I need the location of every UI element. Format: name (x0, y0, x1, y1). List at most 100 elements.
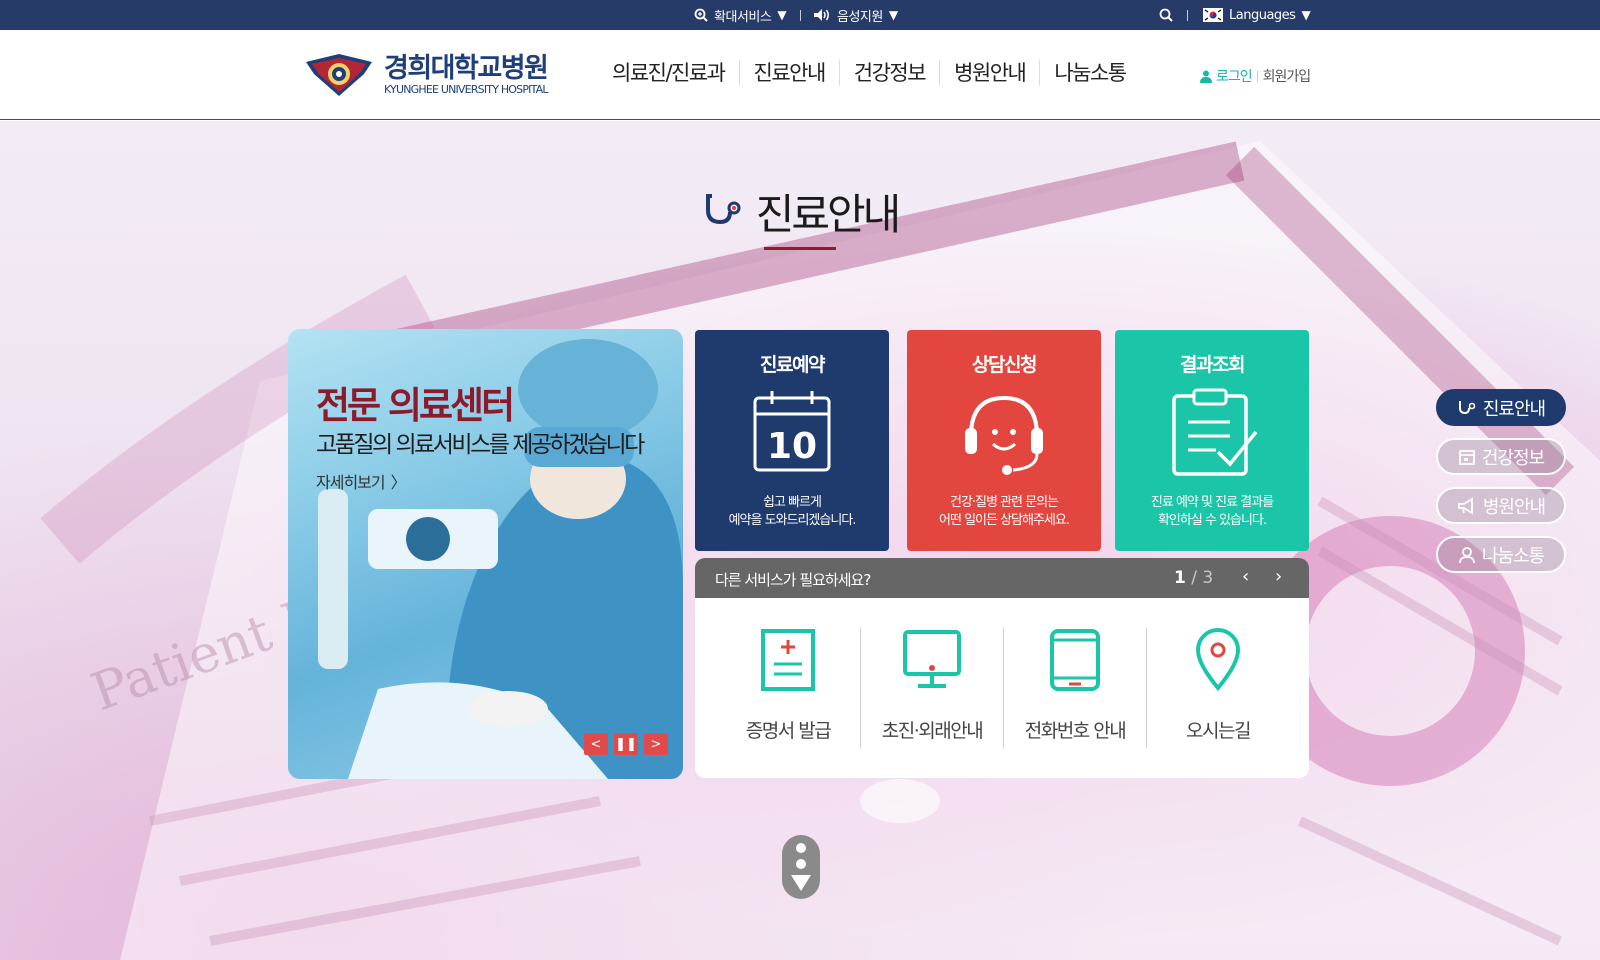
quick-menu-health-info[interactable]: 건강정보 (1436, 438, 1566, 475)
chevron-right-icon: 〉 (390, 473, 407, 492)
quick-menu-label: 진료안내 (1482, 398, 1546, 420)
divider (1187, 10, 1188, 21)
card-description: 쉽고 빠르게 예약을 도와드리겠습니다. (728, 495, 857, 528)
main-navigation: 의료진/진료과 진료안내 건강정보 병원안내 나눔소통 (600, 60, 1140, 86)
more-services-header: 다른 서비스가 필요하세요? 1 / 3 ‹ › (695, 558, 1309, 598)
calendar-icon: 10 (753, 391, 831, 472)
nav-item-hospital-guide[interactable]: 병원안내 (939, 60, 1039, 86)
service-label: 증명서 발급 (745, 720, 832, 742)
service-label: 오시는길 (1186, 720, 1251, 742)
login-link[interactable]: 로그인 (1200, 66, 1253, 86)
hospital-emblem-icon (306, 54, 372, 96)
card-consultation[interactable]: 상담신청 건강·질병 관련 문의는 어떤 일이든 상담해주세요. (907, 330, 1101, 551)
page-total: / 3 (1191, 568, 1214, 588)
logo-korean-text: 경희대학교병원 (384, 53, 549, 84)
chevron-left-icon: < (590, 736, 602, 752)
voice-support-label: 음성지원 (837, 9, 883, 25)
tablet-icon (1050, 629, 1100, 691)
banner-next-button[interactable]: > (644, 733, 668, 755)
login-label: 로그인 (1216, 69, 1253, 85)
card-title: 진료예약 (760, 354, 825, 376)
languages-menu[interactable]: Languages ▼ (1203, 0, 1311, 30)
banner-more-link[interactable]: 자세히보기 〉 (316, 469, 407, 493)
korea-flag-icon (1203, 8, 1223, 22)
card-title: 상담신청 (972, 354, 1037, 376)
section-title-text: 진료안내 (755, 190, 902, 239)
logo-english-text: KYUNGHEE UNIVERSITY HOSPITAL (384, 83, 549, 96)
banner-subheading: 고품질의 의료서비스를 제공하겠습니다 (316, 432, 645, 458)
quick-menu: 진료안내 건강정보 병원안내 나눔소통 (1436, 389, 1566, 573)
quick-menu-hospital-guide[interactable]: 병원안내 (1436, 487, 1566, 524)
map-pin-icon (1195, 628, 1241, 692)
pause-icon: ❚❚ (615, 736, 637, 752)
speaker-icon (814, 9, 829, 21)
voice-support-menu[interactable]: 음성지원 ▼ (813, 0, 898, 30)
hospital-logo[interactable]: 경희대학교병원 KYUNGHEE UNIVERSITY HOSPITAL (304, 52, 549, 98)
caret-down-icon: ▼ (888, 8, 898, 22)
card-reservation[interactable]: 진료예약 10 쉽고 빠르게 예약을 도와드리겠습니다. (695, 330, 889, 551)
clipboard-check-icon (1172, 388, 1258, 476)
certificate-icon (761, 629, 815, 691)
top-utility-bar: 확대서비스 ▼ 음성지원 ▼ Languages ▼ (0, 0, 1600, 30)
quick-menu-sharing[interactable]: 나눔소통 (1436, 536, 1566, 573)
quick-menu-label: 나눔소통 (1481, 545, 1545, 567)
nav-item-doctors[interactable]: 의료진/진료과 (600, 60, 739, 86)
quick-menu-care-guide[interactable]: 진료안내 (1436, 389, 1566, 426)
search-button[interactable] (1159, 0, 1173, 30)
service-first-visit[interactable]: 초진·외래안내 (860, 628, 1004, 748)
user-icon (1200, 70, 1212, 83)
join-link[interactable]: 회원가입 (1263, 66, 1312, 86)
chevron-right-icon: › (1275, 566, 1283, 587)
languages-label: Languages (1229, 7, 1296, 23)
main-visual: Patient M 진료안내 전문 의료센터 고품질의 의료서비스를 제공하겠습… (0, 121, 1600, 960)
services-prev-button[interactable]: ‹ (1242, 566, 1249, 587)
service-phone-directory[interactable]: 전화번호 안내 (1003, 628, 1147, 748)
headset-icon (965, 395, 1043, 475)
card-title: 결과조회 (1180, 354, 1245, 376)
zoom-service-menu[interactable]: 확대서비스 ▼ (694, 0, 787, 30)
megaphone-icon (1457, 496, 1473, 515)
stethoscope-icon (1458, 400, 1476, 414)
banner-pause-button[interactable]: ❚❚ (614, 733, 638, 755)
zoom-icon (694, 8, 708, 22)
search-icon (1159, 8, 1173, 22)
service-label: 초진·외래안내 (881, 720, 984, 742)
nav-item-sharing[interactable]: 나눔소통 (1039, 60, 1139, 86)
calendar-date: 10 (767, 426, 817, 467)
more-services-question: 다른 서비스가 필요하세요? (715, 571, 871, 589)
service-label: 전화번호 안내 (1024, 720, 1127, 742)
page-current: 1 (1174, 568, 1186, 588)
banner-controls: < ❚❚ > (584, 733, 668, 755)
banner-prev-button[interactable]: < (584, 733, 608, 755)
divider (800, 10, 801, 21)
title-underline (764, 247, 836, 250)
services-next-button[interactable]: › (1275, 566, 1282, 587)
chevron-right-icon: > (650, 736, 662, 752)
scroll-dot (796, 843, 806, 853)
card-result-check[interactable]: 결과조회 진료 예약 및 진료 결과를 확인하실 수 있습니다. (1115, 330, 1309, 551)
nav-item-health-info[interactable]: 건강정보 (838, 60, 939, 86)
caret-down-icon: ▼ (777, 8, 787, 22)
card-description: 건강·질병 관련 문의는 어떤 일이든 상담해주세요. (939, 495, 1070, 528)
section-title: 진료안내 (0, 181, 1600, 242)
promo-banner[interactable]: 전문 의료센터 고품질의 의료서비스를 제공하겠습니다 자세히보기 〉 < ❚❚… (288, 329, 683, 779)
service-certificate[interactable]: 증명서 발급 (716, 628, 860, 748)
zoom-service-label: 확대서비스 (714, 9, 772, 25)
monitor-icon (903, 630, 961, 688)
more-services-panel: 다른 서비스가 필요하세요? 1 / 3 ‹ › 증명서 발급 초진·외래안내 … (695, 558, 1309, 778)
service-directions[interactable]: 오시는길 (1146, 628, 1290, 748)
banner-heading: 전문 의료센터 (316, 384, 515, 427)
scroll-down-indicator[interactable] (782, 835, 820, 899)
stethoscope-icon (705, 193, 741, 224)
person-icon (1458, 546, 1475, 563)
caret-down-icon: ▼ (1301, 8, 1311, 22)
member-links: 로그인 회원가입 (1200, 66, 1312, 86)
chevron-left-icon: ‹ (1242, 566, 1250, 587)
nav-item-care-guide[interactable]: 진료안내 (738, 60, 839, 86)
quick-menu-label: 건강정보 (1481, 447, 1545, 469)
divider (1256, 70, 1258, 82)
site-header: 경희대학교병원 KYUNGHEE UNIVERSITY HOSPITAL 의료진… (0, 30, 1600, 120)
page-indicator: 1 / 3 (1174, 568, 1213, 588)
calendar-icon (1458, 449, 1475, 465)
arrow-down-icon (791, 875, 811, 891)
